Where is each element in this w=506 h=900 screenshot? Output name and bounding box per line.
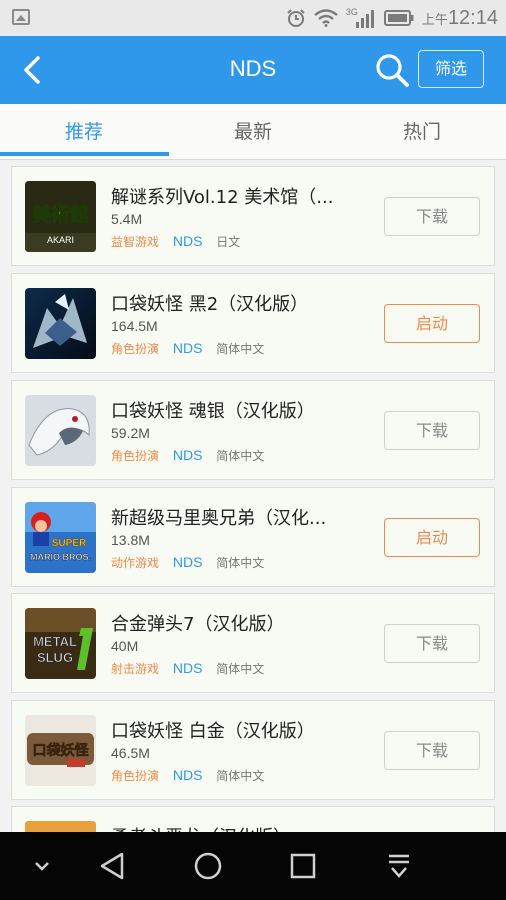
game-category: 射击游戏 bbox=[111, 662, 160, 676]
wifi-icon bbox=[314, 9, 338, 27]
game-name: 口袋妖怪 黑2（汉化版） bbox=[111, 294, 309, 315]
game-category: 动作游戏 bbox=[111, 556, 160, 570]
list-item[interactable]: SUPER MARIO BROS. 新超级马里奥兄弟（汉化... 13.8M 动… bbox=[11, 487, 495, 587]
thumb-subtitle: MARIO BROS. bbox=[30, 552, 91, 562]
game-language: 简体中文 bbox=[216, 769, 265, 783]
game-platform: NDS bbox=[172, 767, 203, 783]
game-size: 13.8M bbox=[111, 532, 150, 548]
download-button[interactable]: 下载 bbox=[384, 624, 480, 663]
notification-pull-icon[interactable] bbox=[379, 846, 419, 886]
gallery-icon bbox=[12, 9, 30, 25]
chevron-down-icon[interactable] bbox=[22, 846, 62, 886]
thumb-title: METAL bbox=[33, 634, 77, 649]
list-item[interactable]: 勇者斗恶龙（汉化版） bbox=[11, 806, 495, 832]
game-size: 40M bbox=[111, 638, 139, 654]
download-button[interactable]: 下载 bbox=[384, 197, 480, 236]
game-tags: 角色扮演 NDS 简体中文 bbox=[111, 340, 264, 357]
game-platform: NDS bbox=[172, 554, 203, 570]
launch-button[interactable]: 启动 bbox=[384, 518, 480, 557]
status-ampm: 上午 bbox=[421, 12, 448, 28]
game-tags: 角色扮演 NDS 简体中文 bbox=[111, 767, 264, 784]
list-item[interactable]: 口袋妖怪 魂银（汉化版） 59.2M 角色扮演 NDS 简体中文 下载 bbox=[11, 380, 495, 480]
thumb-title: 口袋妖怪 bbox=[33, 742, 90, 759]
game-language: 简体中文 bbox=[216, 662, 265, 676]
tab-indicator bbox=[0, 152, 169, 156]
download-button[interactable]: 下载 bbox=[384, 411, 480, 450]
list-item[interactable]: 口袋妖怪 黑2（汉化版） 164.5M 角色扮演 NDS 简体中文 启动 bbox=[11, 273, 495, 373]
game-category: 角色扮演 bbox=[111, 769, 160, 783]
game-platform: NDS bbox=[172, 340, 203, 356]
app-bar: NDS 筛选 bbox=[0, 36, 506, 104]
thumb-title: SUPER bbox=[52, 538, 87, 549]
status-icons: 3G 上午12:14 bbox=[286, 5, 498, 31]
tab-popular[interactable]: 热门 bbox=[338, 104, 506, 160]
game-platform: NDS bbox=[172, 447, 203, 463]
game-language: 简体中文 bbox=[216, 449, 265, 463]
recent-apps-icon[interactable] bbox=[283, 846, 323, 886]
thumb-subtitle: SLUG bbox=[37, 650, 73, 665]
game-tags: 动作游戏 NDS 简体中文 bbox=[111, 554, 264, 571]
game-language: 简体中文 bbox=[216, 342, 265, 356]
game-thumbnail bbox=[25, 395, 96, 466]
game-name: 解谜系列Vol.12 美术馆（... bbox=[111, 187, 334, 208]
status-bar: 3G 上午12:14 bbox=[0, 0, 506, 36]
battery-icon bbox=[383, 10, 414, 26]
status-time: 12:14 bbox=[447, 6, 498, 29]
list-item[interactable]: 口袋妖怪 口袋妖怪 白金（汉化版） 46.5M 角色扮演 NDS 简体中文 下载 bbox=[11, 700, 495, 800]
game-list: 美術館 AKARI 解谜系列Vol.12 美术馆（... 5.4M 益智游戏 N… bbox=[0, 160, 506, 832]
game-category: 角色扮演 bbox=[111, 342, 160, 356]
game-size: 59.2M bbox=[111, 425, 150, 441]
game-thumbnail: 美術館 AKARI bbox=[25, 181, 96, 252]
game-name: 合金弹头7（汉化版） bbox=[111, 614, 285, 635]
game-tags: 射击游戏 NDS 简体中文 bbox=[111, 660, 264, 677]
thumb-title: 美術館 bbox=[32, 203, 89, 226]
search-icon[interactable] bbox=[374, 52, 410, 88]
filter-button[interactable]: 筛选 bbox=[418, 50, 484, 88]
game-category: 角色扮演 bbox=[111, 449, 160, 463]
game-size: 5.4M bbox=[111, 211, 143, 227]
game-language: 简体中文 bbox=[216, 556, 265, 570]
download-button[interactable]: 下载 bbox=[384, 731, 480, 770]
thumb-subtitle: AKARI bbox=[47, 235, 74, 245]
back-icon[interactable] bbox=[94, 846, 134, 886]
list-item[interactable]: METAL SLUG 合金弹头7（汉化版） 40M 射击游戏 NDS 简体中文 … bbox=[11, 593, 495, 693]
game-thumbnail bbox=[25, 821, 96, 832]
game-platform: NDS bbox=[172, 660, 203, 676]
game-language: 日文 bbox=[216, 235, 241, 249]
alarm-icon bbox=[287, 9, 305, 27]
game-name: 勇者斗恶龙（汉化版） bbox=[111, 823, 367, 832]
game-thumbnail: SUPER MARIO BROS. bbox=[25, 502, 96, 573]
tab-latest[interactable]: 最新 bbox=[169, 104, 337, 160]
list-item[interactable]: 美術館 AKARI 解谜系列Vol.12 美术馆（... 5.4M 益智游戏 N… bbox=[11, 166, 495, 266]
home-icon[interactable] bbox=[188, 846, 228, 886]
system-nav-bar bbox=[0, 832, 506, 900]
game-thumbnail: 口袋妖怪 bbox=[25, 715, 96, 786]
game-thumbnail bbox=[25, 288, 96, 359]
game-name: 口袋妖怪 白金（汉化版） bbox=[111, 721, 315, 742]
game-thumbnail: METAL SLUG bbox=[25, 608, 96, 679]
game-name: 口袋妖怪 魂银（汉化版） bbox=[111, 401, 315, 422]
game-platform: NDS bbox=[172, 233, 203, 249]
game-name: 新超级马里奥兄弟（汉化... bbox=[111, 508, 327, 529]
game-tags: 角色扮演 NDS 简体中文 bbox=[111, 447, 264, 464]
game-category: 益智游戏 bbox=[111, 235, 160, 249]
game-tags: 益智游戏 NDS 日文 bbox=[111, 233, 240, 250]
game-size: 164.5M bbox=[111, 318, 158, 334]
signal-icon: 3G bbox=[346, 7, 376, 29]
launch-button[interactable]: 启动 bbox=[384, 304, 480, 343]
game-size: 46.5M bbox=[111, 745, 150, 761]
